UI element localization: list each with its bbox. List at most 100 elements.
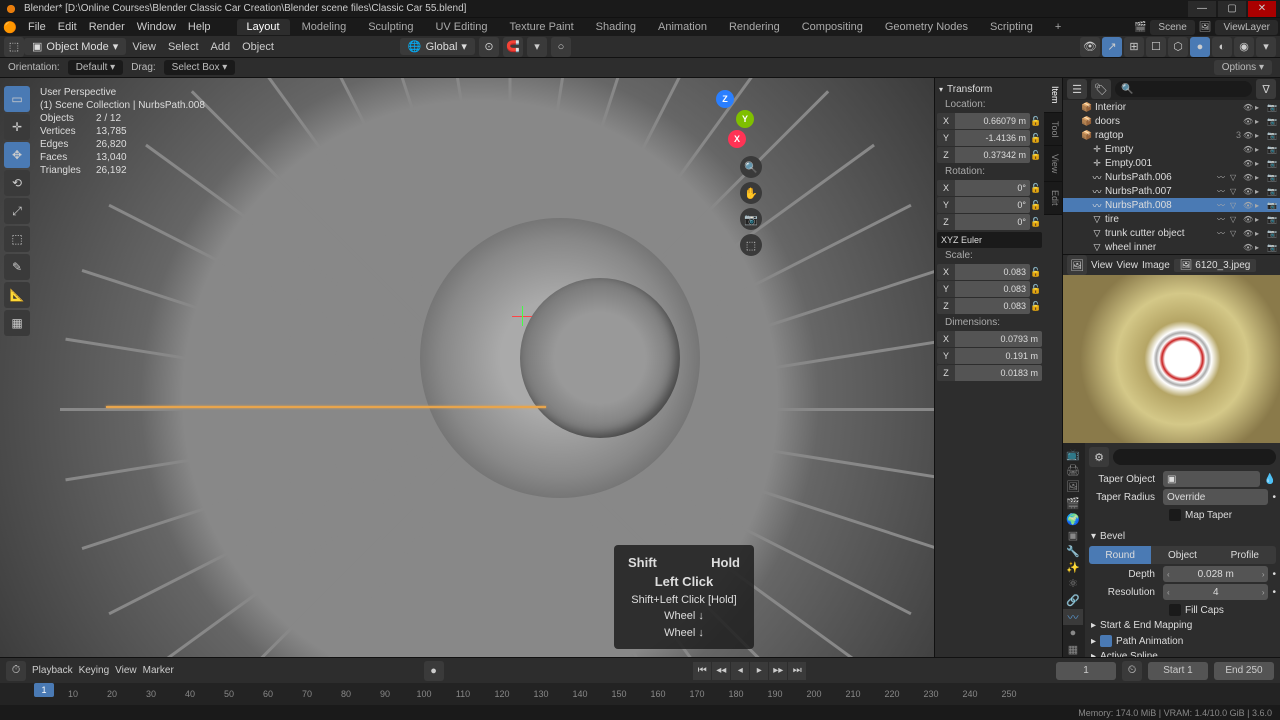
jump-end[interactable]: ⏭ [788,662,806,680]
axis-y[interactable]: Y [937,197,955,213]
minimize-button[interactable]: — [1188,1,1216,17]
pivot-icon[interactable]: ⊙ [479,37,499,57]
taper-radius-field[interactable]: Override [1163,489,1268,505]
path-anim-checkbox[interactable] [1100,635,1112,647]
axis-x[interactable]: X [937,331,955,347]
axis-y[interactable]: Y [937,348,955,364]
lock-icon[interactable]: 🔓 [1030,133,1042,144]
axis-x[interactable]: X [937,180,955,196]
viewlayer-selector[interactable]: ViewLayer [1215,20,1278,35]
mode-selector[interactable]: ▣ Object Mode ▾ [24,38,126,55]
shading-matprev[interactable]: ◐ [1212,37,1232,57]
tab-geonodes[interactable]: Geometry Nodes [875,19,978,35]
render-icon[interactable]: 📷 [1267,229,1278,238]
menu-edit[interactable]: Edit [52,19,83,35]
tab-add[interactable]: + [1045,19,1071,35]
vp-menu-select[interactable]: Select [162,39,205,55]
data-icon[interactable]: 〰 [1217,228,1228,239]
outliner-item[interactable]: 📦Interior👁▸📷 [1063,100,1280,114]
image-name-field[interactable]: 🖼 6120_3.jpeg [1174,259,1257,272]
select-icon[interactable]: ▸ [1255,201,1266,210]
eye-icon[interactable]: 👁 [1243,229,1254,238]
outliner-item[interactable]: 📦ragtop3👁▸📷 [1063,128,1280,142]
outliner-item[interactable]: ✛Empty👁▸📷 [1063,142,1280,156]
autokey-icon[interactable]: ● [424,661,444,681]
image-view[interactable] [1063,275,1280,443]
tab-rendering[interactable]: Rendering [719,19,790,35]
prop-tab-data[interactable]: 〰 [1063,609,1083,625]
outliner-item[interactable]: ▽wheel inner👁▸📷 [1063,240,1280,254]
n-tab-item[interactable]: Item [1044,78,1062,113]
timeline-ruler[interactable]: 1 10203040506070809010011012013014015016… [0,683,1280,705]
prop-tab-output[interactable]: 🖨 [1063,463,1083,478]
perspective-icon[interactable]: ⬚ [740,234,762,256]
xray-toggle[interactable]: ☐ [1146,37,1166,57]
section-active-spline[interactable]: ▸Active Spline [1089,649,1276,657]
render-icon[interactable]: 📷 [1267,103,1278,112]
eye-icon[interactable]: 👁 [1243,145,1254,154]
outliner-item[interactable]: 📦doors👁▸📷 [1063,114,1280,128]
prop-tab-object[interactable]: ▣ [1063,528,1083,543]
axis-x[interactable]: X [937,264,955,280]
img-menu-image[interactable]: Image [1142,260,1170,271]
tool-measure[interactable]: 📐 [4,282,30,308]
zoom-icon[interactable]: 🔍 [740,156,762,178]
prop-tab-material[interactable]: ● [1063,626,1083,641]
prop-tab-scene[interactable]: 🎬 [1063,496,1083,511]
select-icon[interactable]: ▸ [1255,173,1266,182]
render-icon[interactable]: 📷 [1267,187,1278,196]
prop-tab-render[interactable]: 📺 [1063,447,1083,462]
tool-annotate[interactable]: ✎ [4,254,30,280]
camera-icon[interactable]: 📷 [740,208,762,230]
axis-z[interactable]: Z [937,214,955,230]
editor-type-icon[interactable]: ⬚ [4,37,24,57]
menu-window[interactable]: Window [131,19,182,35]
tool-add[interactable]: ▦ [4,310,30,336]
eye-icon[interactable]: 👁 [1243,215,1254,224]
tl-playback[interactable]: Playback [32,665,73,676]
modifier-icon[interactable]: ▽ [1230,229,1241,238]
modifier-icon[interactable]: ▽ [1230,215,1241,224]
outliner-item[interactable]: ▽trunk cutter object〰▽👁▸📷 [1063,226,1280,240]
props-type-icon[interactable]: ⚙ [1089,447,1109,467]
map-taper-checkbox[interactable] [1169,509,1181,521]
properties-search[interactable] [1113,449,1276,465]
axis-z[interactable]: Z [937,365,955,381]
bevel-section-head[interactable]: ▾Bevel [1089,529,1276,544]
modifier-icon[interactable]: ▽ [1230,173,1241,182]
location-z[interactable]: 0.37342 m [955,147,1030,163]
nav-gizmo[interactable]: Z Y X [696,90,754,148]
tab-compositing[interactable]: Compositing [792,19,873,35]
tab-animation[interactable]: Animation [648,19,717,35]
select-icon[interactable]: ▸ [1255,131,1266,140]
dim-y[interactable]: 0.191 m [955,348,1042,364]
render-icon[interactable]: 📷 [1267,145,1278,154]
outliner-item[interactable]: ▽tire〰▽👁▸📷 [1063,212,1280,226]
data-icon[interactable]: 〰 [1217,214,1228,225]
eye-icon[interactable]: 👁 [1243,187,1254,196]
shading-solid[interactable]: ● [1190,37,1210,57]
select-icon[interactable]: ▸ [1255,103,1266,112]
outliner-tree[interactable]: 📦Interior👁▸📷📦doors👁▸📷📦ragtop3👁▸📷✛Empty👁▸… [1063,100,1280,254]
transform-orientation[interactable]: 🌐Global▾ [400,38,475,55]
eye-icon[interactable]: 👁 [1243,201,1254,210]
outliner-item[interactable]: 〰NurbsPath.006〰▽👁▸📷 [1063,170,1280,184]
3d-viewport[interactable]: ▭ ✛ ✥ ⟲ ⤢ ⬚ ✎ 📐 ▦ User Perspective (1) S… [0,78,934,657]
select-icon[interactable]: ▸ [1255,187,1266,196]
filter-icon[interactable]: ∇ [1256,79,1276,99]
tab-modeling[interactable]: Modeling [292,19,357,35]
eye-icon[interactable]: 👁 [1243,131,1254,140]
select-icon[interactable]: ▸ [1255,159,1266,168]
n-tab-tool[interactable]: Tool [1044,113,1062,147]
dim-x[interactable]: 0.0793 m [955,331,1042,347]
data-icon[interactable]: 〰 [1217,200,1228,211]
axis-x-icon[interactable]: X [728,130,746,148]
tab-layout[interactable]: Layout [237,19,290,35]
scale-z[interactable]: 0.083 [955,298,1030,314]
current-frame[interactable]: 1 [1056,662,1116,680]
close-button[interactable]: ✕ [1248,1,1276,17]
section-start-end[interactable]: ▸Start & End Mapping [1089,618,1276,633]
snap-toggle[interactable]: 🧲 [503,37,523,57]
section-path-anim[interactable]: ▸Path Animation [1089,633,1276,649]
visibility-icon[interactable]: 👁 [1080,37,1100,57]
